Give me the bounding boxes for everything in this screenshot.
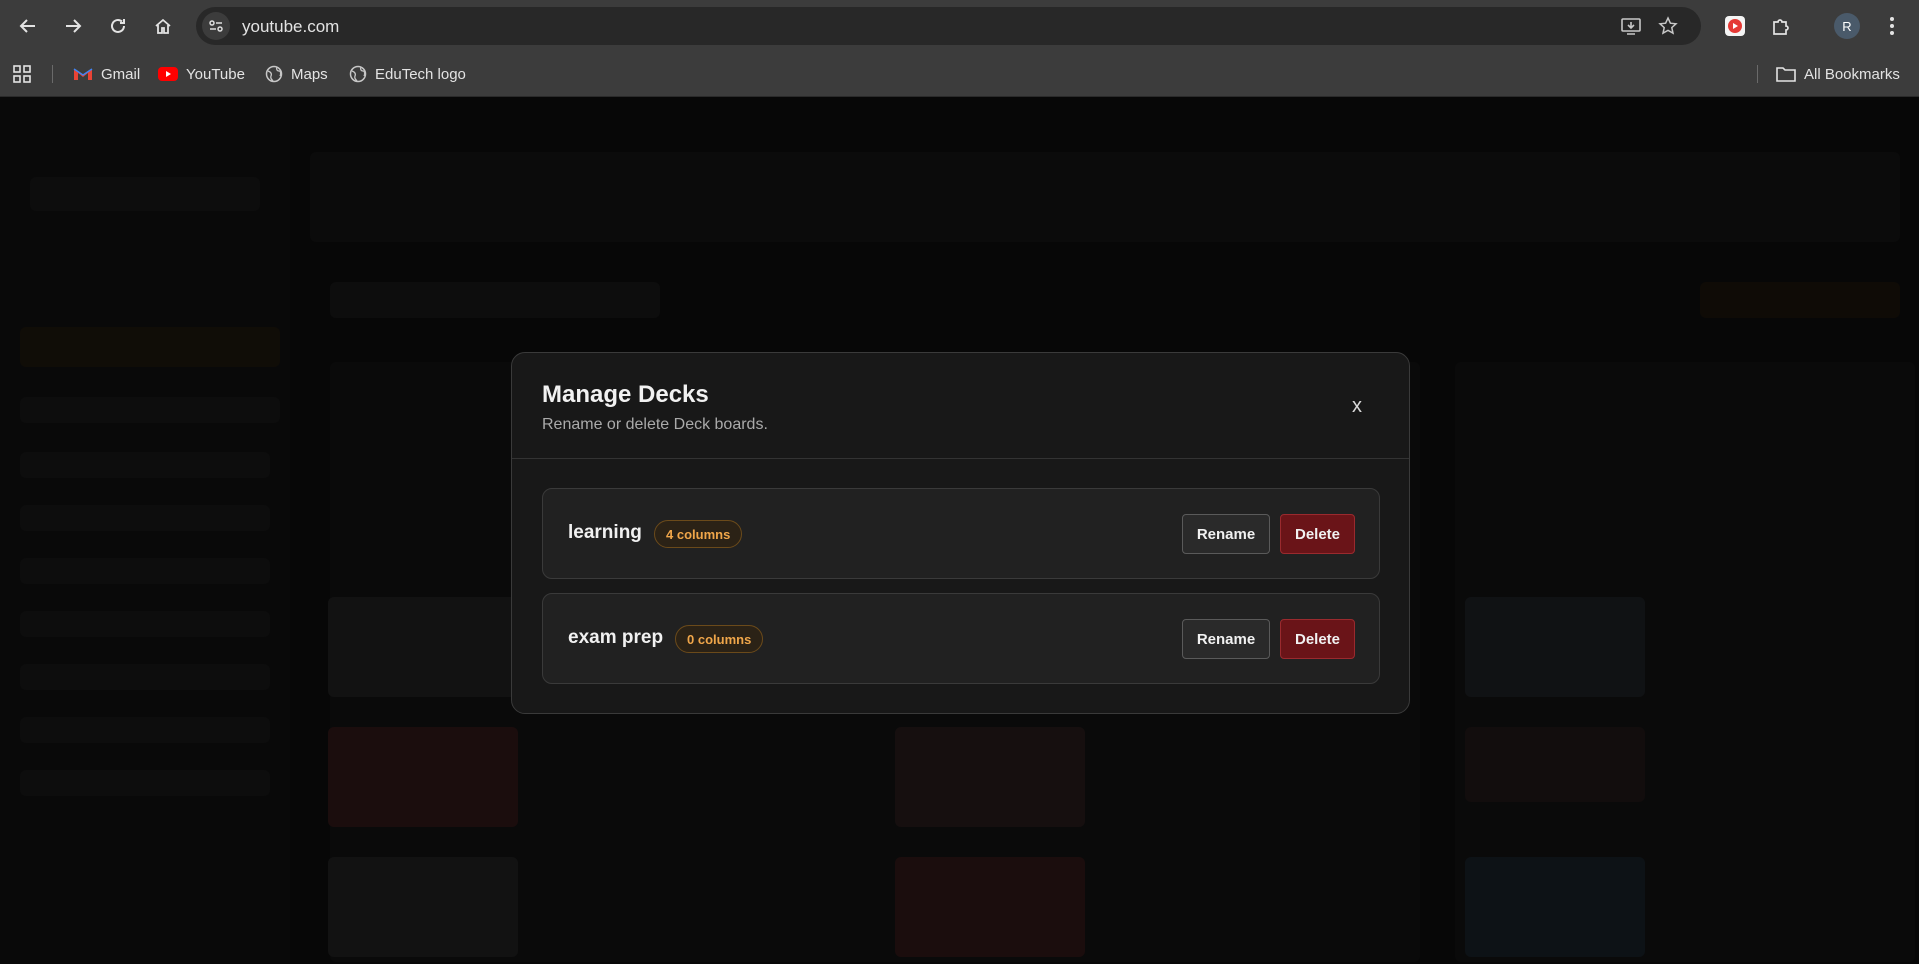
all-bookmarks-label: All Bookmarks	[1804, 65, 1900, 83]
site-info-icon[interactable]	[202, 12, 230, 40]
forward-icon[interactable]	[57, 10, 89, 42]
bookmark-label: YouTube	[186, 65, 245, 83]
menu-kebab-icon[interactable]	[1879, 13, 1905, 39]
deck-name: learning	[568, 522, 642, 543]
install-app-icon[interactable]	[1620, 15, 1642, 37]
bookmark-label: EduTech logo	[375, 65, 466, 83]
deck-row: learning 4 columns Rename Delete	[542, 488, 1380, 579]
bookmark-maps[interactable]: Maps	[265, 62, 328, 86]
gmail-icon	[73, 68, 93, 80]
youtube-extension-icon[interactable]	[1722, 13, 1748, 39]
bookmarks-divider	[52, 65, 53, 83]
bookmark-gmail[interactable]: Gmail	[73, 62, 140, 86]
apps-grid-icon[interactable]	[12, 62, 32, 86]
reload-icon[interactable]	[102, 10, 134, 42]
bookmark-label: Gmail	[101, 65, 141, 83]
globe-icon	[349, 65, 367, 83]
bookmark-star-icon[interactable]	[1657, 15, 1679, 37]
browser-toolbar: youtube.com R	[0, 0, 1919, 52]
back-icon[interactable]	[12, 10, 44, 42]
modal-subtitle: Rename or delete Deck boards.	[542, 416, 768, 433]
bookmark-edutech[interactable]: EduTech logo	[349, 62, 466, 86]
column-count-badge: 0 columns	[675, 625, 764, 653]
profile-avatar[interactable]: R	[1834, 13, 1860, 39]
bookmark-label: Maps	[291, 65, 328, 83]
column-count-badge: 4 columns	[654, 520, 743, 548]
bookmarks-bar: Gmail YouTube Maps EduTech logo All Book…	[0, 52, 1919, 97]
rename-button[interactable]: Rename	[1182, 619, 1270, 659]
delete-button[interactable]: Delete	[1280, 619, 1355, 659]
delete-button[interactable]: Delete	[1280, 514, 1355, 554]
url-text[interactable]: youtube.com	[242, 17, 339, 37]
rename-button[interactable]: Rename	[1182, 514, 1270, 554]
close-button[interactable]: x	[1344, 393, 1370, 419]
deck-name: exam prep	[568, 627, 664, 648]
address-bar[interactable]: youtube.com	[196, 7, 1701, 45]
youtube-icon	[158, 67, 178, 81]
folder-icon	[1776, 67, 1796, 82]
home-icon[interactable]	[147, 10, 179, 42]
deck-row: exam prep 0 columns Rename Delete	[542, 593, 1380, 684]
all-bookmarks[interactable]: All Bookmarks	[1776, 62, 1900, 86]
modal-title: Manage Decks	[542, 381, 709, 408]
modal-header: Manage Decks Rename or delete Deck board…	[512, 353, 1409, 459]
manage-decks-dialog: Manage Decks Rename or delete Deck board…	[511, 352, 1410, 714]
extensions-puzzle-icon[interactable]	[1768, 13, 1794, 39]
bookmarks-divider	[1757, 65, 1758, 83]
bookmark-youtube[interactable]: YouTube	[158, 62, 245, 86]
globe-icon	[265, 65, 283, 83]
